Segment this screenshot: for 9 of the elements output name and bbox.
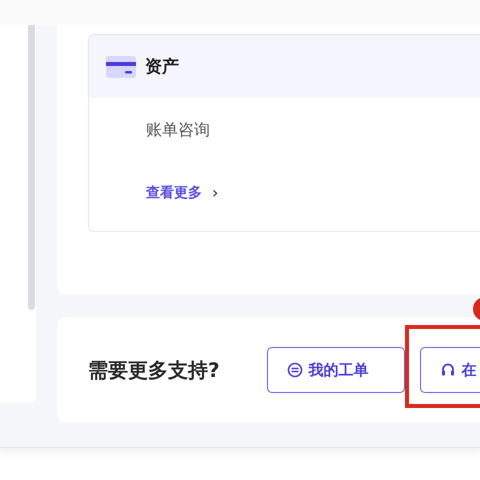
topic-link[interactable]: 账单咨询 bbox=[146, 120, 210, 141]
credit-card-icon bbox=[106, 56, 136, 78]
online-service-button[interactable]: 在 bbox=[420, 347, 480, 393]
card-title: 资产 bbox=[145, 56, 179, 78]
ticket-icon bbox=[286, 362, 303, 378]
my-tickets-button[interactable]: 我的工单 bbox=[266, 347, 405, 393]
view-more-link[interactable]: 查看更多 › bbox=[146, 183, 218, 202]
support-heading: 需要更多支持? bbox=[88, 356, 220, 384]
headset-icon bbox=[440, 362, 456, 378]
